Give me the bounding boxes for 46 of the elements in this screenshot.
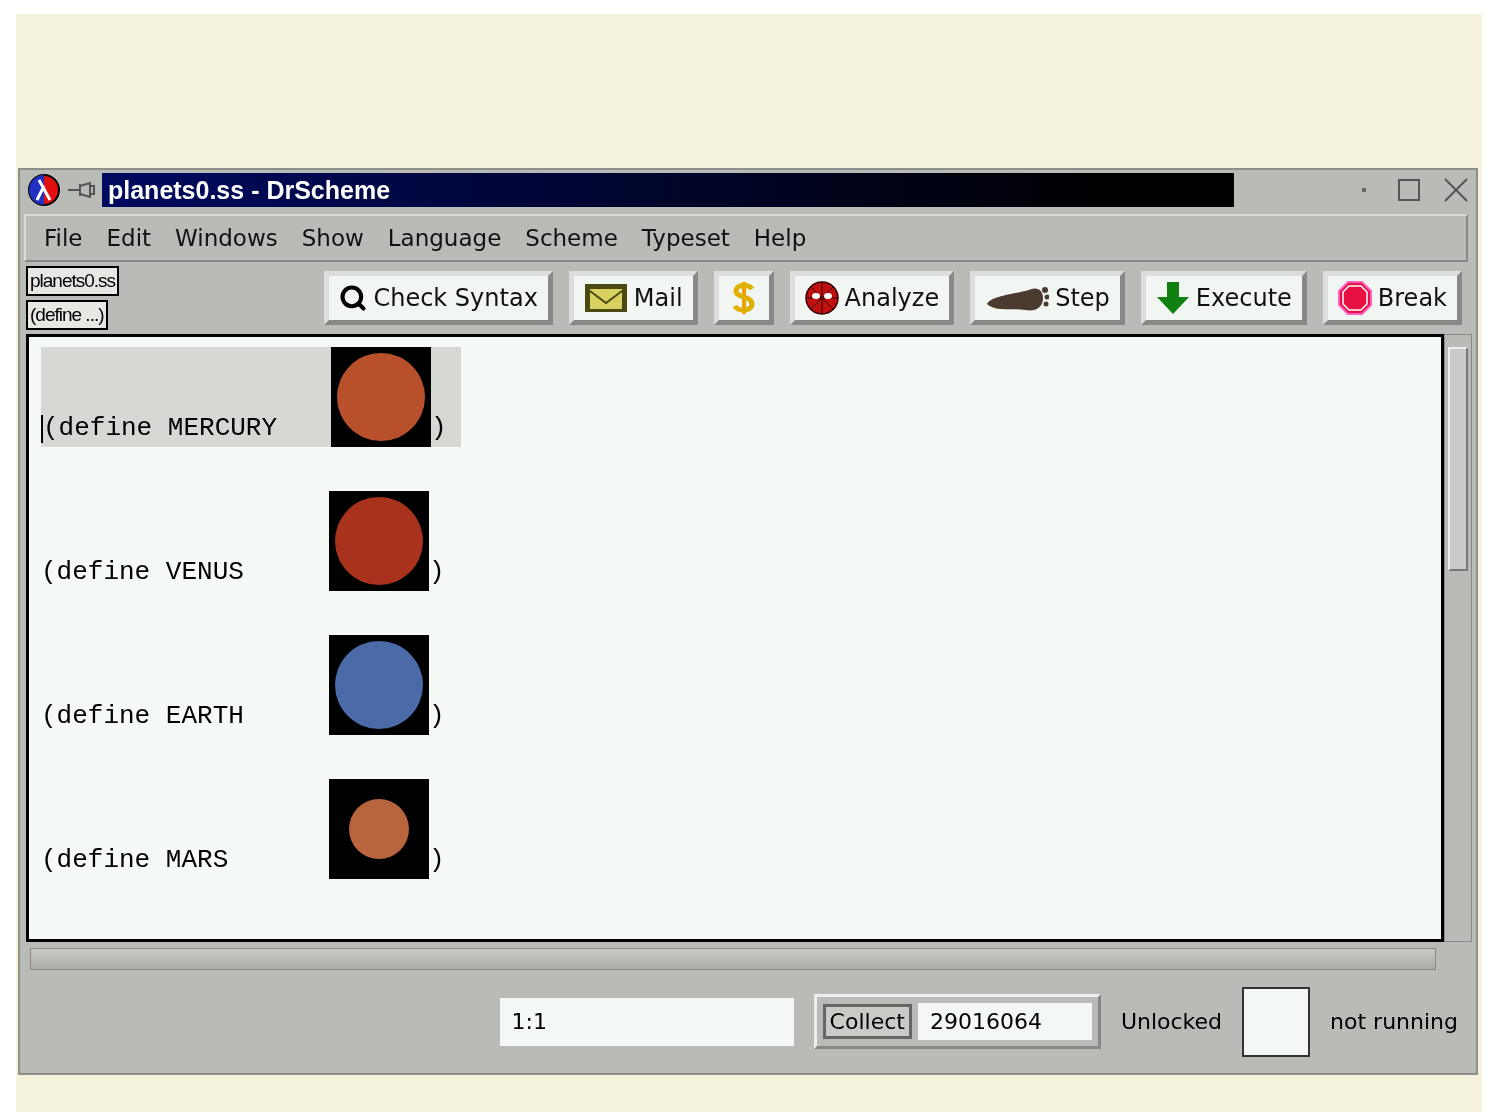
down-arrow-icon <box>1155 281 1190 315</box>
toolbar-button[interactable]: Execute <box>1140 271 1307 325</box>
toolbar-button[interactable]: Analyze <box>789 271 955 325</box>
window-title: planets0.ss - DrScheme <box>108 175 391 205</box>
code-text: (define MERCURY <box>43 413 279 443</box>
maximize-icon[interactable] <box>1398 179 1420 201</box>
menu-item[interactable]: Scheme <box>525 225 618 251</box>
code-text: (define EARTH <box>41 701 245 731</box>
menu-item[interactable]: File <box>44 225 83 251</box>
code-text: ) <box>429 845 445 875</box>
vertical-scrollbar[interactable] <box>1444 334 1472 942</box>
menu-item[interactable]: Edit <box>106 225 152 251</box>
menu-item[interactable]: Windows <box>175 225 278 251</box>
popup-button[interactable]: (define ...) <box>26 300 108 330</box>
envelope-icon <box>583 283 628 313</box>
stop-sign-icon <box>1337 281 1372 315</box>
menu-item[interactable]: Typeset <box>641 225 730 251</box>
menu-item[interactable]: Help <box>753 225 807 251</box>
toolbar-button[interactable]: Check Syntax <box>324 271 553 325</box>
memory-value: 29016064 <box>917 1003 1092 1040</box>
toolbar-button[interactable]: Break <box>1322 271 1462 325</box>
minimize-icon[interactable] <box>1360 186 1368 194</box>
running-status: not running <box>1330 1009 1458 1034</box>
lambda-logo-icon <box>28 174 60 206</box>
toolbar-button[interactable] <box>713 271 774 325</box>
code-text: (define MARS <box>41 845 230 875</box>
close-icon[interactable] <box>1444 178 1468 202</box>
pin-icon[interactable] <box>66 180 96 200</box>
code-text: (define VENUS <box>41 557 245 587</box>
menu-item[interactable]: Language <box>387 225 502 251</box>
lock-indicator <box>1242 986 1311 1057</box>
toolbar-button[interactable]: Step <box>970 271 1125 325</box>
code-text: ) <box>429 701 445 731</box>
toolbar-button[interactable]: Mail <box>568 271 698 325</box>
spider-icon <box>804 281 839 315</box>
code-text: ) <box>429 557 445 587</box>
popup-button[interactable]: planets0.ss <box>26 266 120 296</box>
lock-status: Unlocked <box>1120 1009 1223 1034</box>
position-field: 1:1 <box>499 997 794 1046</box>
search-icon <box>339 284 368 312</box>
code-text: ) <box>431 413 447 443</box>
scroll-thumb[interactable] <box>1448 347 1468 571</box>
menu-item[interactable]: Show <box>301 225 364 251</box>
collect-button[interactable]: Collect <box>822 1004 912 1039</box>
editor-area[interactable]: (define MERCURY ) (define VENUS ) (define EARTH ) (define MARS ) <box>26 334 1444 942</box>
horizontal-scrollbar[interactable] <box>30 948 1436 970</box>
